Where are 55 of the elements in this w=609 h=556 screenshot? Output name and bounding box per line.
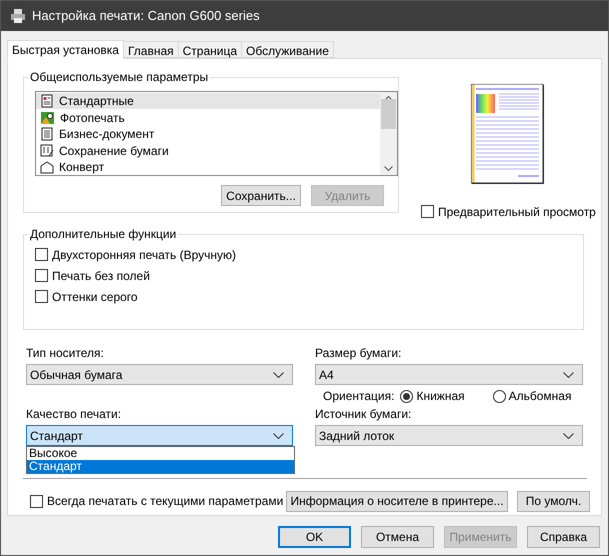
button[interactable]: По умолч. xyxy=(517,490,590,512)
tab[interactable]: Быстрая установка xyxy=(7,40,124,59)
radio-button[interactable] xyxy=(492,390,506,402)
dropdown-option[interactable]: Стандарт xyxy=(27,460,294,473)
checkbox[interactable] xyxy=(35,248,48,261)
checkbox-label: Предварительный просмотр xyxy=(438,206,596,218)
document-icon xyxy=(40,127,54,141)
radio-button[interactable] xyxy=(400,390,414,402)
checkbox-label: Двухсторонняя печать (Вручную) xyxy=(52,248,236,260)
group-title: Общеиспользуемые параметры xyxy=(28,70,210,84)
document-icon xyxy=(40,94,54,108)
chevron-down-icon xyxy=(273,432,284,438)
window-title: Настройка печати: Canon G600 series xyxy=(32,7,260,26)
checkbox[interactable] xyxy=(35,290,48,303)
list-item[interactable]: Сохранение бумаги xyxy=(36,142,380,158)
field-label: Тип носителя: xyxy=(26,346,105,360)
field-label: Источник бумаги: xyxy=(315,407,412,421)
chevron-down-icon xyxy=(563,372,574,378)
list-item[interactable]: Конверт xyxy=(36,159,380,175)
chevron-down-icon xyxy=(273,372,284,378)
envelope-icon xyxy=(40,160,54,174)
checkbox-label: Всегда печатать с текущими параметрами xyxy=(47,495,284,507)
button[interactable]: Справка xyxy=(527,526,600,548)
dropdown-option[interactable]: Высокое xyxy=(27,447,294,460)
button[interactable]: OK xyxy=(278,526,351,548)
field-label: Ориентация: xyxy=(323,388,394,405)
checkbox[interactable] xyxy=(35,269,48,282)
field-label: Размер бумаги: xyxy=(315,346,402,360)
tab[interactable]: Обслуживание xyxy=(241,41,334,58)
pages-icon xyxy=(40,144,54,158)
button[interactable]: Информация о носителе в принтере... xyxy=(286,490,508,512)
chevron-down-icon xyxy=(563,432,574,438)
checkbox[interactable] xyxy=(30,494,43,508)
paper-size-select[interactable]: A4 xyxy=(315,364,583,385)
radio-label: Альбомная xyxy=(508,388,572,405)
list-item[interactable]: Бизнес-документ xyxy=(36,126,380,142)
checkbox[interactable] xyxy=(421,205,434,218)
group-title: Дополнительные функции xyxy=(28,227,178,241)
radio-label: Книжная xyxy=(416,388,465,405)
scroll-down-icon[interactable] xyxy=(384,166,393,171)
button[interactable]: Сохранить... xyxy=(221,185,301,206)
scrollbar[interactable] xyxy=(380,92,397,175)
checkbox-label: Печать без полей xyxy=(52,270,150,282)
printer-icon xyxy=(10,9,26,23)
print-quality-select[interactable]: Стандарт xyxy=(26,425,293,446)
list-item[interactable]: Стандартные xyxy=(36,93,380,109)
checkbox-label: Оттенки серого xyxy=(52,290,138,302)
media-type-select[interactable]: Обычная бумага xyxy=(26,364,293,385)
tab[interactable]: Главная xyxy=(122,41,179,58)
field-label: Качество печати: xyxy=(26,407,122,421)
button[interactable]: Отмена xyxy=(361,526,434,548)
tab[interactable]: Страница xyxy=(178,41,242,58)
list-item[interactable]: Фотопечать xyxy=(36,110,380,126)
paper-source-select[interactable]: Задний лоток xyxy=(315,425,583,446)
photo-icon xyxy=(40,110,55,124)
